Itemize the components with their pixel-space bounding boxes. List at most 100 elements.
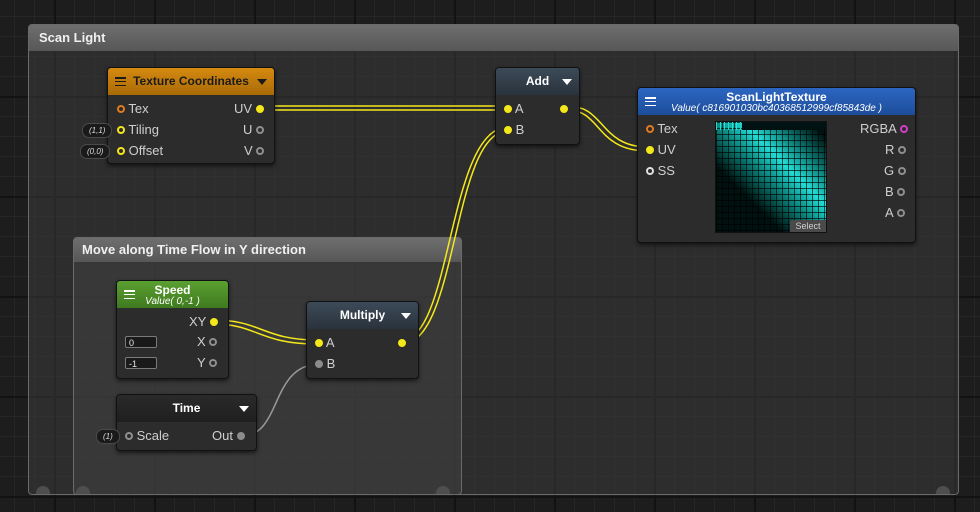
- float-port-icon[interactable]: [315, 359, 323, 368]
- texture-preview: Select: [715, 121, 827, 233]
- vector-port-icon[interactable]: [504, 125, 512, 134]
- vector-port-icon[interactable]: [398, 338, 406, 347]
- port-label: G: [884, 163, 895, 178]
- port-tex-input[interactable]: Tex: [117, 101, 149, 117]
- port-label: V: [244, 143, 253, 158]
- float-port-icon[interactable]: [896, 208, 905, 217]
- float-port-icon[interactable]: [209, 337, 218, 346]
- port-label: Tiling: [128, 122, 159, 137]
- texture-port-icon[interactable]: [117, 104, 125, 113]
- caret-down-icon[interactable]: [239, 406, 249, 412]
- node-title: Add: [525, 74, 550, 88]
- port-label: Tex: [657, 121, 678, 136]
- tiling-default-value[interactable]: (1,1): [82, 123, 113, 138]
- port-x-output[interactable]: X: [197, 334, 218, 350]
- vector-port-icon[interactable]: [117, 125, 125, 134]
- float-port-icon[interactable]: [897, 187, 906, 196]
- sampler-state-port-icon[interactable]: [646, 166, 654, 175]
- float-port-icon[interactable]: [125, 431, 133, 440]
- port-label: B: [326, 356, 336, 371]
- port-offset-input[interactable]: Offset: [117, 143, 163, 159]
- node-title: Speed: [154, 283, 191, 297]
- node-header[interactable]: ScanLightTexture Value( c816901030bc4036…: [638, 88, 915, 115]
- node-header[interactable]: Texture Coordinates: [108, 68, 274, 95]
- node-header[interactable]: Speed Value( 0,-1 ): [117, 281, 228, 308]
- caret-down-icon[interactable]: [257, 79, 267, 85]
- port-a-output[interactable]: A: [885, 205, 905, 221]
- hamburger-menu-icon[interactable]: [115, 77, 126, 87]
- port-multiply-output[interactable]: [398, 335, 406, 351]
- caret-down-icon[interactable]: [401, 313, 411, 319]
- port-b-input[interactable]: B: [315, 356, 335, 372]
- port-uv-output[interactable]: UV: [234, 101, 264, 117]
- node-header[interactable]: Time: [117, 395, 256, 422]
- port-ss-input[interactable]: SS: [646, 163, 675, 179]
- wire-uv-to-add-a[interactable]: [261, 105, 501, 111]
- port-tiling-input[interactable]: Tiling: [117, 122, 159, 138]
- port-label: B: [515, 122, 525, 137]
- vector-port-icon[interactable]: [560, 104, 568, 113]
- port-uv-input[interactable]: UV: [646, 142, 676, 158]
- float-port-icon[interactable]: [898, 145, 907, 154]
- vector-port-icon[interactable]: [504, 104, 512, 113]
- port-label: XY: [189, 314, 207, 329]
- scale-default-value[interactable]: (1): [96, 429, 120, 444]
- port-rgba-output[interactable]: RGBA: [860, 121, 908, 137]
- node-header[interactable]: Add: [496, 68, 579, 95]
- texture-port-icon[interactable]: [646, 124, 654, 133]
- select-texture-button[interactable]: Select: [790, 220, 826, 232]
- port-label: A: [325, 335, 335, 350]
- port-label: U: [243, 122, 253, 137]
- port-y-output[interactable]: Y: [197, 355, 218, 371]
- port-label: A: [885, 205, 893, 220]
- port-label: RGBA: [860, 121, 897, 136]
- port-tex-input[interactable]: Tex: [646, 121, 678, 137]
- node-subtitle: Value( c816901030bc40368512999cf85843de …: [671, 103, 882, 114]
- port-scale-input[interactable]: Scale: [125, 428, 169, 444]
- port-g-output[interactable]: G: [884, 163, 906, 179]
- float-port-icon[interactable]: [256, 146, 265, 155]
- port-label: B: [885, 184, 894, 199]
- speed-x-field[interactable]: 0: [125, 336, 157, 348]
- port-u-output[interactable]: U: [243, 122, 265, 138]
- port-label: R: [885, 142, 895, 157]
- port-label: Offset: [128, 143, 164, 158]
- offset-default-value[interactable]: (0,0): [80, 144, 111, 159]
- node-subtitle: Value( 0,-1 ): [145, 296, 200, 307]
- port-label: SS: [657, 163, 675, 178]
- port-xy-output[interactable]: XY: [189, 314, 218, 330]
- node-title: ScanLightTexture: [726, 90, 827, 104]
- port-r-output[interactable]: R: [885, 142, 907, 158]
- port-b-output[interactable]: B: [885, 184, 906, 200]
- wire-add-out-to-texture-uv[interactable]: [567, 105, 649, 152]
- port-b-input[interactable]: B: [504, 122, 524, 138]
- float-port-icon[interactable]: [256, 125, 265, 134]
- caret-down-icon[interactable]: [562, 79, 572, 85]
- port-label: UV: [657, 142, 676, 157]
- node-header[interactable]: Multiply: [307, 302, 418, 329]
- port-label: Tex: [128, 101, 149, 116]
- port-a-input[interactable]: A: [504, 101, 524, 117]
- node-title: Texture Coordinates: [133, 74, 249, 88]
- vector-port-icon[interactable]: [117, 146, 125, 155]
- port-label: Y: [197, 355, 206, 370]
- vector-port-icon[interactable]: [646, 145, 654, 154]
- port-label: Out: [212, 428, 233, 443]
- speed-y-field[interactable]: -1: [125, 357, 157, 369]
- port-label: Scale: [136, 428, 170, 443]
- port-label: A: [514, 101, 524, 116]
- node-title: Multiply: [339, 308, 386, 322]
- float-port-icon[interactable]: [209, 358, 218, 367]
- port-out-output[interactable]: Out: [212, 428, 245, 444]
- float-port-icon[interactable]: [897, 166, 906, 175]
- port-a-input[interactable]: A: [315, 335, 335, 351]
- port-add-output[interactable]: [560, 101, 568, 117]
- vector-port-icon[interactable]: [209, 317, 218, 326]
- color-port-icon[interactable]: [899, 124, 908, 133]
- vector-port-icon[interactable]: [315, 338, 323, 347]
- float-port-icon[interactable]: [236, 431, 245, 440]
- texture-preview-scanline-mask: [742, 122, 826, 130]
- vector-port-icon[interactable]: [255, 104, 264, 113]
- port-label: UV: [234, 101, 253, 116]
- port-v-output[interactable]: V: [244, 143, 265, 159]
